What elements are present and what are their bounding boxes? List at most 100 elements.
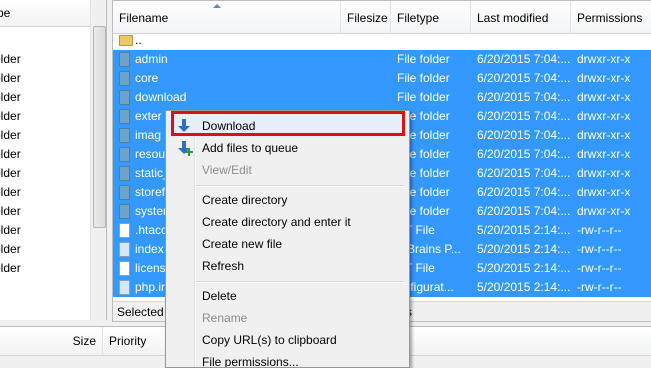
- folder-icon: [119, 147, 130, 162]
- column-header-permissions[interactable]: Permissions: [571, 1, 651, 33]
- menu-item-label: Add files to queue: [202, 141, 299, 155]
- folder-icon: [119, 128, 130, 143]
- menu-item-label: View/Edit: [202, 163, 252, 177]
- row-filename: admin: [135, 52, 168, 66]
- row-filename: exter: [135, 109, 162, 123]
- folder-icon: [119, 52, 130, 67]
- row-filename: storefr: [135, 185, 170, 199]
- column-header-filesize-label: Filesize: [347, 11, 388, 25]
- file-icon: [119, 223, 130, 238]
- column-header-filetype[interactable]: Filetype: [391, 1, 471, 33]
- folder-icon: [119, 109, 130, 124]
- row-permissions: -rw-r--r--: [577, 242, 622, 256]
- folder-icon: [119, 90, 130, 105]
- row-filename: resour: [135, 147, 170, 161]
- folder-icon: [119, 204, 130, 219]
- local-scrollbar-thumb[interactable]: [93, 26, 106, 228]
- parent-folder-icon: [119, 35, 133, 46]
- table-row[interactable]: download File folder 6/20/2015 7:04:... …: [113, 88, 651, 107]
- local-list-item[interactable]: older: [0, 88, 21, 107]
- local-file-list[interactable]: pe older older older older older older o…: [0, 0, 107, 320]
- table-row[interactable]: core File folder 6/20/2015 7:04:... drwx…: [113, 69, 651, 88]
- config-file-icon: [119, 280, 130, 295]
- row-last-modified: 5/20/2015 2:14:...: [477, 280, 571, 294]
- folder-icon: [119, 71, 130, 86]
- row-filetype: File folder: [397, 71, 450, 85]
- menu-item-create-new-file[interactable]: Create new file: [168, 233, 405, 255]
- local-scrollbar[interactable]: [90, 0, 106, 320]
- table-row[interactable]: admin File folder 6/20/2015 7:04:... drw…: [113, 50, 651, 69]
- row-last-modified: 6/20/2015 7:04:...: [477, 166, 571, 180]
- row-permissions: drwxr-xr-x: [577, 147, 631, 161]
- queue-column-priority-label: Priority: [109, 334, 147, 348]
- row-filename: ..: [135, 33, 142, 47]
- file-icon: [119, 261, 130, 276]
- menu-item-create-directory-enter[interactable]: Create directory and enter it: [168, 211, 405, 233]
- column-header-filename[interactable]: Filename: [113, 1, 341, 33]
- row-permissions: drwxr-xr-x: [577, 185, 631, 199]
- local-list-item[interactable]: older: [0, 221, 21, 240]
- context-menu: Download Add files to queue View/Edit Cr…: [165, 110, 410, 368]
- queue-column-size[interactable]: Size: [0, 327, 103, 355]
- local-list-item[interactable]: older: [0, 202, 21, 221]
- menu-item-add-to-queue[interactable]: Add files to queue: [168, 137, 405, 159]
- row-last-modified: 6/20/2015 7:04:...: [477, 109, 571, 123]
- queue-column-priority[interactable]: Priority: [103, 327, 173, 355]
- row-filename: core: [135, 71, 159, 85]
- sort-ascending-icon: [213, 4, 221, 8]
- row-permissions: drwxr-xr-x: [577, 204, 631, 218]
- column-header-filesize[interactable]: Filesize: [341, 1, 391, 33]
- row-last-modified: 6/20/2015 7:04:...: [477, 71, 571, 85]
- php-file-icon: [119, 242, 130, 257]
- local-list-item[interactable]: older: [0, 69, 21, 88]
- local-list-item[interactable]: older: [0, 50, 21, 69]
- menu-item-create-directory[interactable]: Create directory: [168, 189, 405, 211]
- queue-column-size-label: Size: [72, 334, 96, 348]
- row-last-modified: 6/20/2015 7:04:...: [477, 52, 571, 66]
- menu-item-label: Delete: [202, 289, 237, 303]
- row-filename: index.: [135, 242, 168, 256]
- row-permissions: -rw-r--r--: [577, 223, 622, 237]
- row-permissions: drwxr-xr-x: [577, 52, 631, 66]
- local-list-item[interactable]: older: [0, 240, 21, 259]
- row-permissions: drwxr-xr-x: [577, 71, 631, 85]
- table-row-parent[interactable]: ..: [113, 31, 651, 50]
- local-list-item[interactable]: older: [0, 107, 21, 126]
- menu-item-label: Create new file: [202, 237, 283, 251]
- row-last-modified: 5/20/2015 2:14:...: [477, 223, 571, 237]
- add-to-queue-icon: [177, 141, 193, 156]
- row-permissions: -rw-r--r--: [577, 261, 622, 275]
- local-list-item[interactable]: older: [0, 145, 21, 164]
- row-permissions: drwxr-xr-x: [577, 166, 631, 180]
- menu-separator: [196, 281, 404, 283]
- menu-item-file-permissions[interactable]: File permissions...: [168, 351, 405, 368]
- row-permissions: -rw-r--r--: [577, 280, 622, 294]
- row-permissions: drwxr-xr-x: [577, 109, 631, 123]
- column-header-last-modified-label: Last modified: [477, 11, 549, 25]
- row-last-modified: 6/20/2015 7:04:...: [477, 204, 571, 218]
- local-list-item[interactable]: older: [0, 164, 21, 183]
- row-last-modified: 5/20/2015 2:14:...: [477, 242, 571, 256]
- row-permissions: drwxr-xr-x: [577, 128, 631, 142]
- menu-item-label: Create directory: [202, 193, 288, 207]
- menu-item-label: Rename: [202, 311, 248, 325]
- column-header-last-modified[interactable]: Last modified: [471, 1, 571, 33]
- menu-item-refresh[interactable]: Refresh: [168, 255, 405, 277]
- menu-item-delete[interactable]: Delete: [168, 285, 405, 307]
- menu-separator: [196, 185, 404, 187]
- local-list-item[interactable]: older: [0, 259, 21, 278]
- menu-item-label: Copy URL(s) to clipboard: [202, 333, 337, 347]
- menu-item-label: File permissions...: [202, 355, 299, 368]
- local-list-item[interactable]: older: [0, 183, 21, 202]
- column-header-filetype-label: Filetype: [397, 11, 440, 25]
- row-filename: licens: [135, 261, 166, 275]
- row-filename: download: [135, 90, 187, 104]
- local-column-header-filetype[interactable]: pe: [0, 0, 90, 27]
- menu-item-copy-url[interactable]: Copy URL(s) to clipboard: [168, 329, 405, 351]
- column-header-permissions-label: Permissions: [577, 11, 643, 25]
- row-last-modified: 5/20/2015 2:14:...: [477, 261, 571, 275]
- row-last-modified: 6/20/2015 7:04:...: [477, 185, 571, 199]
- folder-icon: [119, 185, 130, 200]
- local-list-item[interactable]: older: [0, 126, 21, 145]
- column-header-filename-label: Filename: [119, 11, 169, 25]
